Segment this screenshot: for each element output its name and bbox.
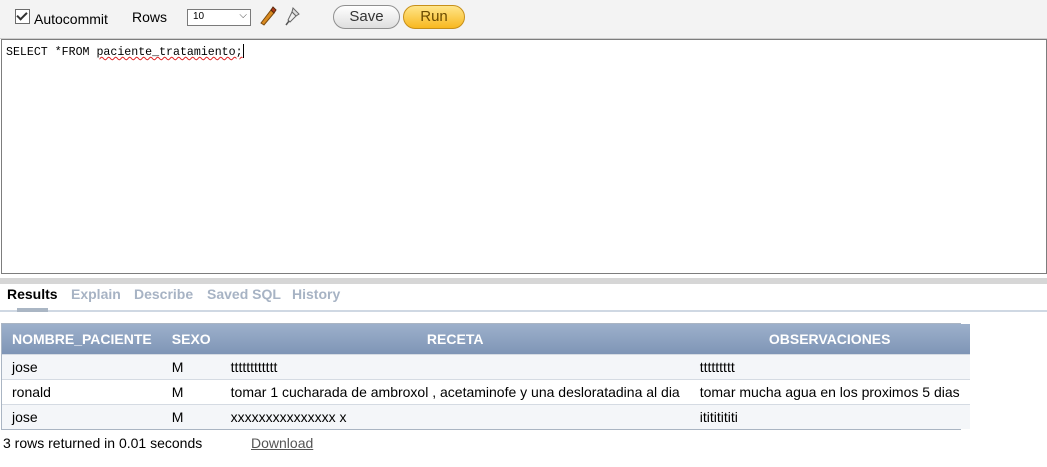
- sql-toolbar: Autocommit Rows 10 ⌵ Save Run: [0, 0, 1047, 39]
- results-table: NOMBRE_PACIENTE SEXO RECETA OBSERVACIONE…: [1, 323, 970, 430]
- rows-select[interactable]: 10 ⌵: [187, 9, 251, 26]
- table-cell: M: [161, 354, 221, 380]
- download-link[interactable]: Download: [251, 435, 313, 451]
- table-cell: tomar mucha agua en los proximos 5 dias: [689, 379, 970, 405]
- column-header: OBSERVACIONES: [689, 324, 970, 355]
- tab-explain[interactable]: Explain: [71, 286, 121, 302]
- table-cell: ttttttttt: [689, 354, 970, 380]
- table-cell: tttttttttttt: [220, 354, 690, 380]
- table-row: ronald M tomar 1 cucharada de ambroxol ,…: [2, 379, 970, 405]
- rows-returned-status: 3 rows returned in 0.01 seconds: [3, 435, 203, 451]
- tab-saved-sql[interactable]: Saved SQL: [207, 286, 281, 302]
- rows-select-value: 10: [193, 11, 205, 22]
- table-header-row: NOMBRE_PACIENTE SEXO RECETA OBSERVACIONE…: [2, 324, 970, 355]
- column-header: RECETA: [220, 324, 690, 355]
- table-cell: M: [161, 379, 221, 405]
- eraser-icon[interactable]: [257, 5, 277, 27]
- rows-label: Rows: [132, 9, 168, 25]
- run-button[interactable]: Run: [403, 5, 465, 29]
- column-header: SEXO: [161, 324, 221, 355]
- chevron-down-icon: ⌵: [239, 10, 247, 21]
- pane-splitter[interactable]: [0, 278, 1047, 284]
- table-cell: jose: [2, 404, 162, 429]
- pin-icon[interactable]: [284, 5, 304, 27]
- tab-describe[interactable]: Describe: [134, 286, 193, 302]
- active-tab-indicator: [17, 308, 48, 312]
- sql-text[interactable]: SELECT *FROM paciente_tratamiento;: [6, 44, 244, 59]
- tab-history[interactable]: History: [292, 286, 340, 302]
- table-cell: jose: [2, 354, 162, 380]
- autocommit-label: Autocommit: [34, 11, 108, 27]
- text-caret: [242, 44, 244, 58]
- column-header: NOMBRE_PACIENTE: [2, 324, 162, 355]
- autocommit-checkbox[interactable]: [15, 9, 30, 24]
- save-button[interactable]: Save: [333, 5, 400, 29]
- sql-editor[interactable]: SELECT *FROM paciente_tratamiento;: [1, 39, 1047, 274]
- sql-table-name: paciente_tratamiento;: [96, 46, 243, 59]
- tab-results[interactable]: Results: [7, 286, 58, 302]
- table-cell: xxxxxxxxxxxxxxx x: [220, 404, 690, 429]
- table-row: jose M xxxxxxxxxxxxxxx x itititititi: [2, 404, 970, 429]
- table-cell: M: [161, 404, 221, 429]
- table-cell: tomar 1 cucharada de ambroxol , acetamin…: [220, 379, 690, 405]
- table-row: jose M tttttttttttt ttttttttt: [2, 354, 970, 380]
- sql-prefix: SELECT *FROM: [6, 46, 97, 59]
- table-cell: itititititi: [689, 404, 970, 429]
- tab-underline: [0, 310, 1047, 312]
- table-cell: ronald: [2, 379, 162, 405]
